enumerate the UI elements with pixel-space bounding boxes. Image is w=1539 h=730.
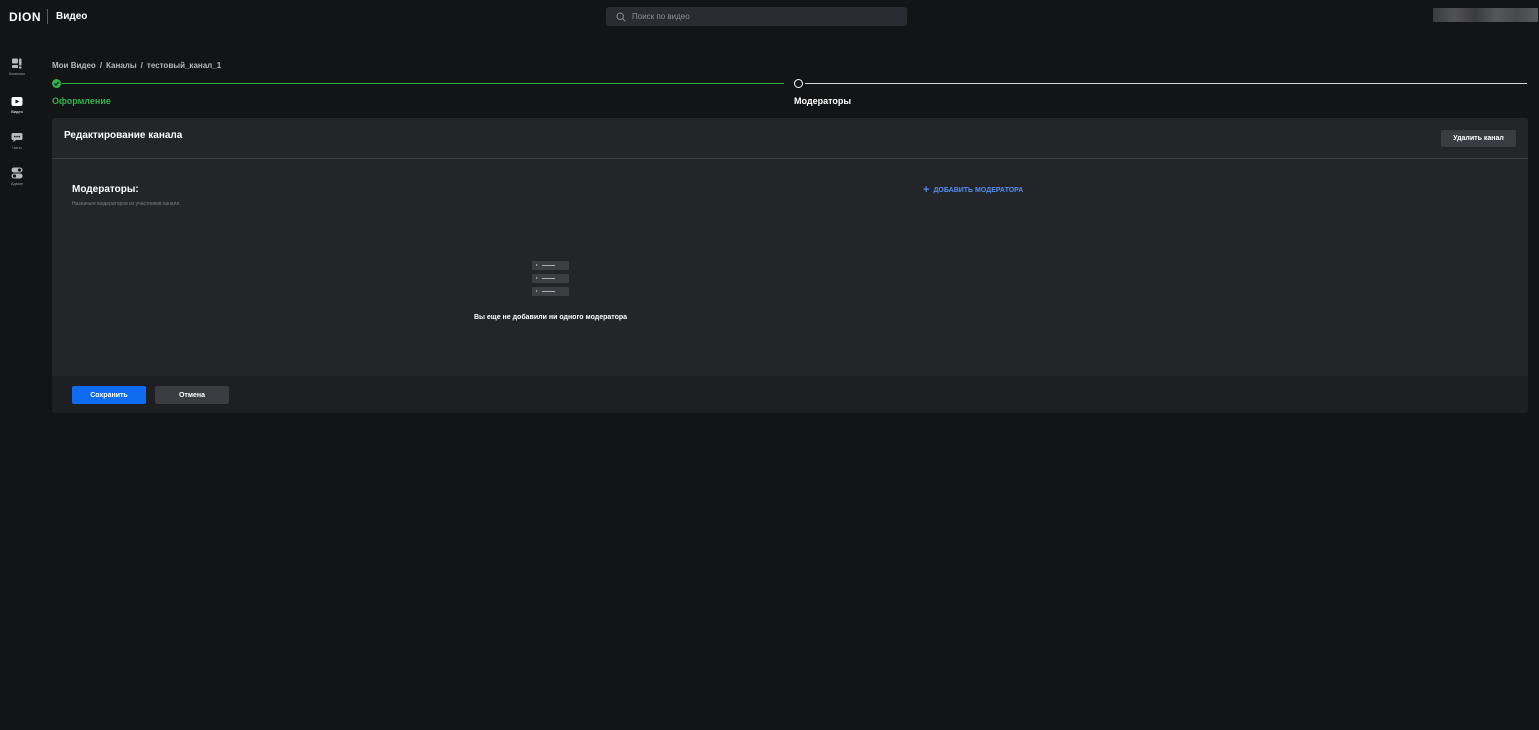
chat-icon (11, 133, 23, 142)
sidebar-item-label: Видео (11, 109, 23, 114)
step-moderators[interactable]: Модераторы (794, 96, 851, 106)
breadcrumb-my-videos[interactable]: Мои Видео (52, 61, 96, 70)
add-moderator-button[interactable]: + ДОБАВИТЬ МОДЕРАТОРА (923, 185, 1023, 196)
video-icon (11, 97, 23, 106)
top-bar: DION Видео Поиск по видео (0, 0, 1539, 34)
save-button[interactable]: Сохранить (72, 386, 146, 404)
step-progress-line-done (62, 83, 784, 84)
card-header: Редактирование канала Удалить канал (52, 118, 1528, 159)
sidebar-item-rooms[interactable]: Комнаты (0, 58, 34, 76)
sidebar-item-admin[interactable]: Админ (0, 167, 34, 186)
rooms-icon (12, 58, 22, 69)
edit-channel-card: Редактирование канала Удалить канал Моде… (52, 118, 1528, 413)
empty-list-illustration-icon (532, 261, 569, 297)
app-name: Видео (56, 11, 88, 22)
moderators-title: Модераторы: (72, 184, 139, 195)
step-current-circle-icon (794, 79, 803, 88)
user-profile-avatar[interactable] (1433, 8, 1538, 22)
step-progress-line-current (805, 83, 1527, 84)
dion-logo[interactable]: DION (9, 10, 41, 24)
step-design[interactable]: Оформление (52, 96, 111, 106)
sidebar-item-label: Админ (10, 181, 24, 186)
breadcrumb-current-channel: тестовый_канал_1 (146, 61, 222, 70)
moderators-subtitle: Назначьте модераторов из участников кана… (72, 201, 180, 207)
sidebar-item-chats[interactable]: Чаты (0, 132, 34, 150)
admin-icon (11, 167, 23, 179)
search-placeholder: Поиск по видео (632, 12, 690, 21)
step-done-check-icon (52, 79, 61, 88)
breadcrumb-channels[interactable]: Каналы (106, 61, 137, 70)
sidebar-item-video[interactable]: Видео (0, 96, 34, 114)
empty-state-text: Вы еще не добавили ни одного модератора (473, 314, 628, 321)
breadcrumb-separator: / (99, 61, 103, 70)
cancel-button[interactable]: Отмена (155, 386, 229, 404)
breadcrumb: Мои Видео / Каналы / тестовый_канал_1 (52, 61, 221, 70)
logo-divider (47, 9, 48, 24)
plus-icon: + (923, 184, 930, 196)
search-input[interactable]: Поиск по видео (606, 7, 907, 26)
search-icon (616, 11, 626, 22)
sidebar-item-label: Комнаты (8, 71, 26, 76)
page-title: Редактирование канала (64, 130, 183, 141)
sidebar-item-label: Чаты (12, 145, 22, 150)
card-footer: Сохранить Отмена (52, 376, 1528, 413)
breadcrumb-separator: / (140, 61, 143, 70)
delete-channel-button[interactable]: Удалить канал (1441, 130, 1516, 147)
add-moderator-label: ДОБАВИТЬ МОДЕРАТОРА (933, 187, 1024, 194)
